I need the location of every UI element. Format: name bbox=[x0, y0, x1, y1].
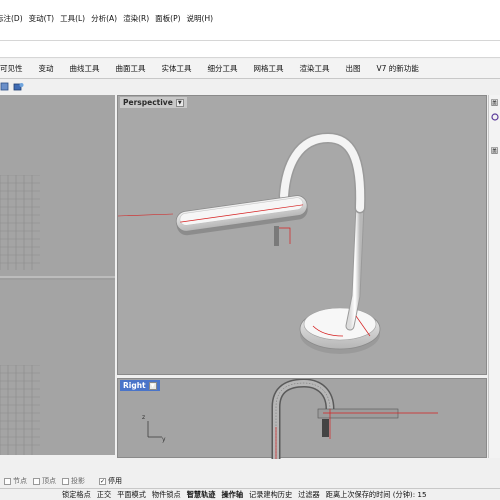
menu-item-help[interactable]: 说明(H) bbox=[187, 13, 214, 25]
osnap-vertex[interactable]: 顶点 bbox=[33, 476, 56, 486]
svg-text:z: z bbox=[142, 414, 145, 421]
checkbox[interactable] bbox=[62, 477, 69, 485]
tab-v7-new[interactable]: V7 的新功能 bbox=[369, 59, 427, 79]
menu-item-render[interactable]: 渲染(R) bbox=[123, 13, 149, 25]
menu-item-analyze[interactable]: 分析(A) bbox=[91, 13, 117, 25]
osnap-label: 节点 bbox=[13, 477, 27, 485]
status-filter[interactable]: 过滤器 bbox=[298, 490, 320, 500]
left-viewports bbox=[0, 95, 115, 455]
tab-mesh-tools[interactable]: 网格工具 bbox=[246, 59, 292, 79]
status-osnap[interactable]: 物件锁点 bbox=[152, 490, 181, 500]
camera-icon[interactable] bbox=[13, 81, 24, 92]
checkbox-checked[interactable] bbox=[99, 477, 106, 485]
status-planar[interactable]: 平面模式 bbox=[117, 490, 146, 500]
status-gumball[interactable]: 操作轴 bbox=[221, 490, 243, 500]
status-grid-snap[interactable]: 锁定格点 bbox=[62, 490, 91, 500]
tab-transform[interactable]: 变动 bbox=[31, 59, 62, 79]
osnap-bar: 节点 顶点 投影 停用 bbox=[0, 474, 500, 488]
toolbar-tabs: 可见性 变动 曲线工具 曲面工具 实体工具 细分工具 网格工具 渲染工具 出图 … bbox=[0, 59, 500, 79]
svg-text:y: y bbox=[162, 436, 166, 443]
menu-row: 标注(D) 变动(T) 工具(L) 分析(A) 渲染(R) 面板(P) 说明(H… bbox=[0, 13, 213, 25]
osnap-label: 停用 bbox=[108, 477, 122, 485]
lamp-model-perspective bbox=[118, 132, 381, 354]
viewport-perspective[interactable]: Perspective ▼ bbox=[117, 95, 487, 375]
svg-text:圖: 圖 bbox=[491, 147, 498, 155]
checkbox[interactable] bbox=[4, 477, 11, 485]
lamp-model-right: z y bbox=[142, 379, 438, 459]
tab-subd-tools[interactable]: 细分工具 bbox=[200, 59, 246, 79]
menu-item-tools[interactable]: 工具(L) bbox=[60, 13, 85, 25]
panel-icons: 圖 圖 bbox=[491, 99, 499, 155]
osnap-label: 投影 bbox=[71, 477, 85, 485]
viewport-top[interactable] bbox=[0, 95, 115, 278]
properties-panel: 圖 圖 bbox=[488, 95, 500, 458]
tab-visibility[interactable]: 可见性 bbox=[0, 59, 31, 79]
osnap-project[interactable]: 投影 bbox=[62, 476, 85, 486]
tab-solid-tools[interactable]: 实体工具 bbox=[154, 59, 200, 79]
grid-top bbox=[0, 175, 40, 270]
osnap-label: 顶点 bbox=[42, 477, 56, 485]
menu-item-transform[interactable]: 变动(T) bbox=[29, 13, 54, 25]
checkbox[interactable] bbox=[33, 477, 40, 485]
status-ortho[interactable]: 正交 bbox=[97, 490, 111, 500]
status-smarttrack[interactable]: 智慧轨迹 bbox=[187, 490, 216, 500]
tab-curve-tools[interactable]: 曲线工具 bbox=[62, 59, 108, 79]
status-bar: 锁定格点 正交 平面模式 物件锁点 智慧轨迹 操作轴 记录建构历史 过滤器 距离… bbox=[0, 488, 500, 500]
menu-item-dimension[interactable]: 标注(D) bbox=[0, 13, 23, 25]
menu-bar: 标注(D) 变动(T) 工具(L) 分析(A) 渲染(R) 面板(P) 说明(H… bbox=[0, 0, 500, 40]
status-record-history[interactable]: 记录建构历史 bbox=[249, 490, 292, 500]
toggle-icon[interactable] bbox=[0, 81, 11, 92]
tab-surface-tools[interactable]: 曲面工具 bbox=[108, 59, 154, 79]
svg-text:圖: 圖 bbox=[491, 99, 498, 107]
grid-front bbox=[0, 365, 40, 455]
icon-toolbar bbox=[0, 79, 500, 94]
osnap-disable[interactable]: 停用 bbox=[99, 476, 122, 486]
viewport-front[interactable] bbox=[0, 280, 115, 455]
tab-layout[interactable]: 出图 bbox=[338, 59, 369, 79]
axis-triad bbox=[147, 421, 162, 438]
command-line[interactable] bbox=[0, 40, 500, 58]
tab-render-tools[interactable]: 渲染工具 bbox=[292, 59, 338, 79]
status-save-time: 距离上次保存的时间 (分钟): 15 bbox=[325, 489, 427, 499]
osnap-knot[interactable]: 节点 bbox=[4, 476, 27, 486]
menu-item-panels[interactable]: 面板(P) bbox=[155, 13, 180, 25]
viewport-right[interactable]: Right ▼ z y bbox=[117, 378, 487, 459]
